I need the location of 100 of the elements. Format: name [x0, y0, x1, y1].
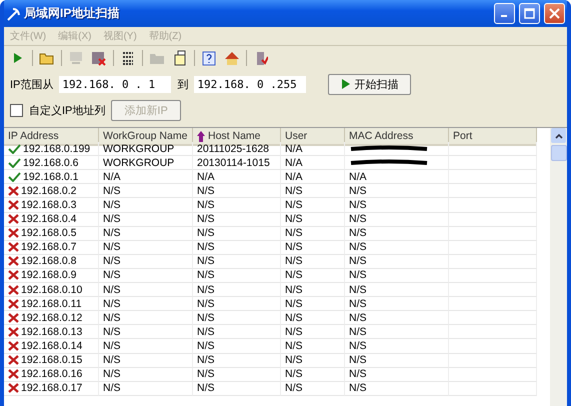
folder-icon [39, 51, 55, 65]
sort-arrow-icon [197, 130, 205, 142]
cell-text: 192.168.0.15 [21, 354, 82, 366]
cell-text: N/S [285, 312, 303, 324]
cell-text: N/S [349, 354, 367, 366]
close-button[interactable] [544, 3, 565, 24]
home-icon [224, 50, 240, 66]
cell-text: N/S [103, 312, 121, 324]
cell-text: N/S [285, 227, 303, 240]
column-title: MAC Address [349, 130, 414, 142]
cell-text: N/S [349, 269, 367, 282]
cell-text: N/S [197, 298, 215, 310]
cell-text: 192.168.0.2 [21, 184, 76, 197]
cell-text: N/S [349, 199, 367, 212]
scroll-thumb[interactable] [550, 145, 566, 161]
cell-text: N/S [103, 255, 121, 268]
cell-text: N/S [103, 354, 121, 366]
cell-text: 192.168.0.12 [21, 312, 82, 324]
cell-text: N/S [285, 326, 303, 338]
cell-text: N/S [349, 284, 367, 296]
column-header[interactable]: MAC Address [345, 128, 449, 146]
folder-icon [149, 51, 165, 65]
cell-text: N/S [349, 340, 367, 352]
window-title: 局域网IP地址扫描 [24, 5, 120, 22]
cell-text: N/S [197, 340, 215, 352]
cell-text: N/S [349, 326, 367, 338]
cell-text: 192.168.0.10 [21, 284, 82, 296]
list-icon [121, 50, 135, 66]
close-icon [549, 8, 560, 19]
cell-text: N/S [103, 326, 121, 338]
cell-text: N/S [285, 368, 303, 380]
cell-text: N/S [103, 227, 121, 240]
play-icon [341, 78, 352, 90]
cell-text: N/S [285, 340, 303, 352]
ip-from-field[interactable]: 192.168. 0 . 1 [59, 76, 172, 92]
cell-text: 192.168.0.1 [23, 170, 78, 183]
pickaxe-icon [6, 6, 20, 20]
cell-text: WORKGROUP [103, 156, 174, 169]
cell-text: 192.168.0.14 [21, 340, 82, 352]
column-header[interactable]: IP Address [4, 128, 99, 146]
cell-text: N/S [285, 255, 303, 268]
scroll-up-button[interactable] [551, 128, 566, 143]
cell-text: 192.168.0.8 [21, 255, 76, 268]
cell-text: N/S [103, 241, 121, 254]
column-title: User [285, 130, 308, 142]
cell-text: N/S [349, 227, 367, 240]
cell-text: N/S [103, 213, 121, 226]
cell-text: 192.168.0.13 [21, 326, 82, 338]
cell-text: N/A [197, 170, 215, 183]
maximize-button[interactable] [519, 3, 540, 24]
column-header[interactable]: Port [449, 128, 537, 146]
cell-text: N/S [197, 227, 215, 240]
scrollbar[interactable] [550, 128, 567, 406]
to-label: 到 [177, 78, 188, 92]
toolbar-button[interactable] [200, 49, 218, 67]
cell-text: N/S [349, 312, 367, 324]
cell-text: N/A [103, 170, 121, 183]
column-title: Port [453, 130, 472, 142]
cell-text: N/S [197, 368, 215, 380]
cell-text: N/S [197, 312, 215, 324]
cell-text: N/S [349, 255, 367, 268]
cell-text: N/S [103, 382, 121, 394]
cell-text: 192.168.0.4 [21, 213, 76, 226]
cell-text: N/S [285, 184, 303, 197]
cell-text: 192.168.0.5 [21, 227, 76, 240]
cell-text: 192.168.0.6 [23, 156, 78, 169]
help-icon [202, 50, 216, 66]
cell-text: N/S [103, 298, 121, 310]
column-header[interactable]: WorkGroup Name [99, 128, 193, 146]
cell-text: N/S [349, 241, 367, 254]
column-header[interactable]: Host Name [193, 128, 281, 146]
cell-text: N/S [103, 269, 121, 282]
ip-to-field[interactable]: 192.168. 0 .255 [194, 76, 306, 92]
cell-text: N/S [197, 213, 215, 226]
cell-text: N/S [285, 298, 303, 310]
cell-text: N/S [197, 382, 215, 394]
cell-text: N/S [197, 241, 215, 254]
cell-text: N/S [197, 354, 215, 366]
cell-text: N/S [197, 269, 215, 282]
cell-text: N/S [349, 382, 367, 394]
cell-text: N/S [103, 184, 121, 197]
cell-text: N/S [285, 241, 303, 254]
cell-text: N/S [197, 199, 215, 212]
cell-text: 192.168.0.9 [21, 269, 76, 282]
maximize-icon [524, 8, 535, 19]
cell-text: N/S [285, 269, 303, 282]
custom-ip-checkbox[interactable] [10, 104, 23, 116]
cell-text: 192.168.0.3 [21, 199, 76, 212]
delete-icon [91, 50, 107, 66]
cell-text: 192.168.0.11 [21, 298, 82, 310]
start-scan-button[interactable]: 开始扫描 [328, 74, 412, 94]
column-title: Host Name [208, 130, 261, 142]
cell-text: N/S [285, 213, 303, 226]
document-icon [172, 50, 188, 66]
minimize-button[interactable] [494, 3, 515, 24]
cell-text: 20130114-1015 [197, 156, 270, 169]
cell-text: N/S [349, 368, 367, 380]
chevron-up-icon [554, 132, 562, 138]
cell-text: N/S [103, 340, 121, 352]
cell-text: N/S [197, 284, 215, 296]
